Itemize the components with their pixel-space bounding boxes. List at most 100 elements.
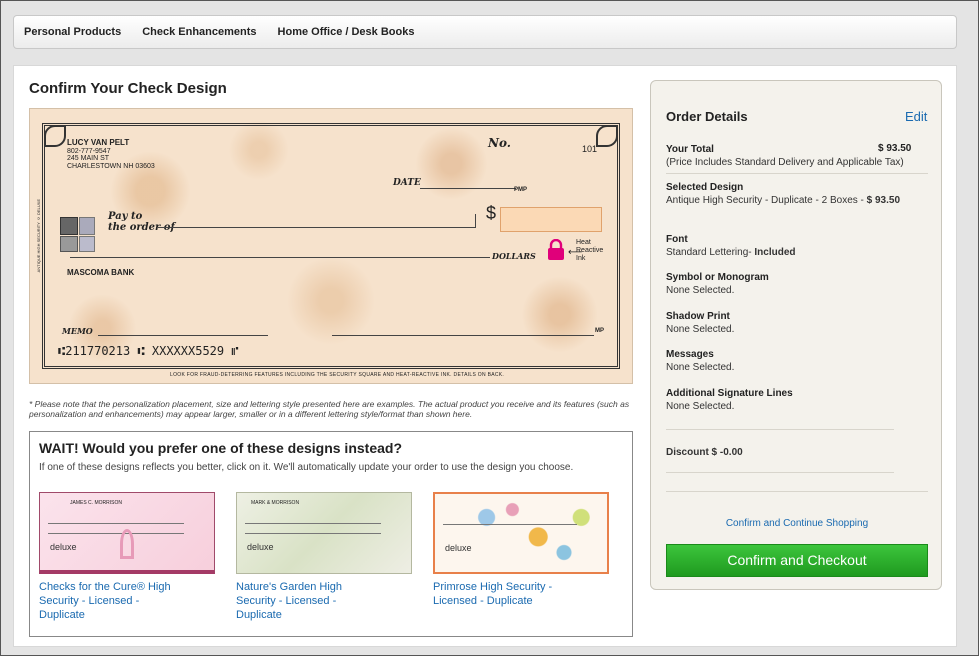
- thumbnail-brand: deluxe: [445, 543, 472, 553]
- order-divider: [666, 429, 894, 430]
- check-payee-line: [158, 227, 476, 228]
- check-account-name: LUCY VAN PELT: [67, 138, 130, 147]
- security-hologram-icon: [79, 217, 95, 235]
- check-address-line-2: CHARLESTOWN NH 03603: [67, 163, 155, 170]
- shadow-print-row: Shadow Print None Selected.: [666, 310, 928, 336]
- font-row: Font Standard Lettering- Included: [666, 233, 928, 259]
- discount-row: Discount $ -0.00: [666, 447, 743, 458]
- design-option-checks-for-the-cure[interactable]: JAMES C. MORRISON deluxe Checks for the …: [39, 492, 215, 622]
- thumbnail-name: MARK & MORRISON: [251, 500, 300, 506]
- font-label: Font: [666, 234, 688, 245]
- heat-reactive-label: Heat Reactive Ink: [576, 239, 603, 263]
- check-payee-tick: [475, 214, 476, 228]
- check-no-label: No.: [488, 136, 511, 150]
- heat-label-line-2: Reactive: [576, 247, 604, 254]
- order-divider: [666, 472, 894, 473]
- thumbnail-line: [443, 524, 577, 525]
- check-pmp-mark: PMP: [514, 187, 528, 193]
- shadow-print-value: None Selected.: [666, 324, 735, 335]
- check-amount-box: [500, 207, 602, 232]
- font-included: Included: [754, 247, 796, 258]
- check-memo-line: [98, 335, 268, 336]
- design-option-primrose[interactable]: deluxe Primrose High Security - Licensed…: [433, 492, 609, 608]
- thumbnail-line: [245, 523, 381, 524]
- check-fraud-notice: LOOK FOR FRAUD-DETERRING FEATURES INCLUD…: [170, 372, 505, 378]
- design-option-label[interactable]: Nature's Garden High Security - Licensed…: [236, 580, 376, 622]
- check-address-line-1: 245 MAIN ST: [67, 155, 110, 162]
- design-option-label[interactable]: Primrose High Security - Licensed - Dupl…: [433, 580, 573, 608]
- design-thumbnail[interactable]: JAMES C. MORRISON deluxe: [39, 492, 215, 574]
- check-dollars-label: DOLLARS: [492, 251, 536, 261]
- design-disclaimer: * Please note that the personalization p…: [29, 399, 630, 419]
- top-nav: Personal Products Check Enhancements Hom…: [13, 15, 957, 49]
- nav-check-enhancements[interactable]: Check Enhancements: [142, 26, 256, 38]
- thumbnail-brand: deluxe: [50, 542, 77, 552]
- design-thumbnail[interactable]: MARK & MORRISON deluxe: [236, 492, 412, 574]
- thumbnail-line: [245, 533, 381, 534]
- ribbon-icon: [120, 529, 134, 559]
- check-mp-mark: MP: [595, 328, 604, 334]
- page-title: Confirm Your Check Design: [29, 80, 227, 97]
- heat-label-line-3: Ink: [576, 255, 586, 262]
- design-thumbnail[interactable]: deluxe: [433, 492, 609, 574]
- symbol-row: Symbol or Monogram None Selected.: [666, 271, 928, 297]
- thumbnail-name: JAMES C. MORRISON: [70, 500, 122, 506]
- selected-design-value: Antique High Security - Duplicate - 2 Bo…: [666, 194, 928, 207]
- continue-shopping-link[interactable]: Confirm and Continue Shopping: [666, 518, 928, 529]
- heat-label-line-1: Heat: [576, 239, 591, 246]
- check-bank-name: MASCOMA BANK: [67, 268, 135, 277]
- nav-home-office[interactable]: Home Office / Desk Books: [278, 26, 415, 38]
- selected-design-price: $ 93.50: [866, 195, 901, 206]
- total-note: (Price Includes Standard Delivery and Ap…: [666, 157, 904, 168]
- signature-lines-value: None Selected.: [666, 401, 735, 412]
- font-value: Standard Lettering- Included: [666, 246, 928, 259]
- selected-design-label: Selected Design: [666, 182, 744, 193]
- total-amount: $ 93.50: [878, 143, 912, 154]
- shadow-print-label: Shadow Print: [666, 311, 730, 322]
- design-option-natures-garden[interactable]: MARK & MORRISON deluxe Nature's Garden H…: [236, 492, 412, 622]
- lock-icon: [548, 239, 564, 260]
- security-seal-icon: [79, 236, 95, 252]
- messages-label: Messages: [666, 349, 714, 360]
- order-divider: [666, 491, 928, 492]
- checkout-button[interactable]: Confirm and Checkout: [666, 544, 928, 577]
- pay-to-line-1: Pay to: [108, 211, 143, 222]
- selected-design-text: Antique High Security - Duplicate - 2 Bo…: [666, 195, 867, 206]
- corner-ornament-tr: [596, 125, 618, 147]
- corner-ornament-tl: [44, 125, 66, 147]
- alternate-designs-title: WAIT! Would you prefer one of these desi…: [39, 440, 402, 456]
- nav-personal-products[interactable]: Personal Products: [24, 26, 121, 38]
- check-date-line: [420, 188, 516, 189]
- order-details-panel: Order Details Edit Your Total (Price Inc…: [650, 80, 942, 590]
- check-memo-label: MEMO: [62, 326, 93, 336]
- check-dollar-sign: $: [486, 203, 497, 223]
- check-frame: [42, 123, 620, 369]
- messages-row: Messages None Selected.: [666, 348, 928, 374]
- thumbnail-line: [48, 523, 184, 524]
- security-lock-icon: [60, 236, 78, 252]
- check-number: 101: [582, 144, 598, 154]
- main-panel: Confirm Your Check Design ANTIQUE HIGH S…: [13, 65, 957, 647]
- signature-lines-label: Additional Signature Lines: [666, 388, 793, 399]
- symbol-label: Symbol or Monogram: [666, 272, 769, 283]
- check-signature-line: [332, 335, 594, 336]
- order-details-title: Order Details: [666, 109, 748, 124]
- thumbnail-line: [48, 533, 184, 534]
- check-amount-words-line: [70, 257, 490, 258]
- check-preview: ANTIQUE HIGH SECURITY © DELUXE LUCY VAN …: [29, 108, 633, 384]
- design-option-label[interactable]: Checks for the Cure® High Security - Lic…: [39, 580, 179, 622]
- alternate-designs-panel: WAIT! Would you prefer one of these desi…: [29, 431, 633, 637]
- order-divider: [666, 173, 928, 174]
- font-text: Standard Lettering-: [666, 247, 755, 258]
- messages-value: None Selected.: [666, 362, 735, 373]
- signature-lines-row: Additional Signature Lines None Selected…: [666, 387, 928, 413]
- check-date-label: DATE: [393, 178, 421, 188]
- security-square-icon: [60, 217, 78, 235]
- check-side-text: ANTIQUE HIGH SECURITY © DELUXE: [36, 199, 41, 273]
- thumbnail-brand: deluxe: [247, 542, 274, 552]
- edit-order-link[interactable]: Edit: [905, 109, 927, 124]
- check-micr-line: ⑆211770213 ⑆ XXXXXX5529 ⑈: [58, 344, 239, 358]
- selected-design-row: Selected Design Antique High Security - …: [666, 181, 928, 207]
- alternate-designs-subtitle: If one of these designs reflects you bet…: [39, 462, 574, 473]
- symbol-value: None Selected.: [666, 285, 735, 296]
